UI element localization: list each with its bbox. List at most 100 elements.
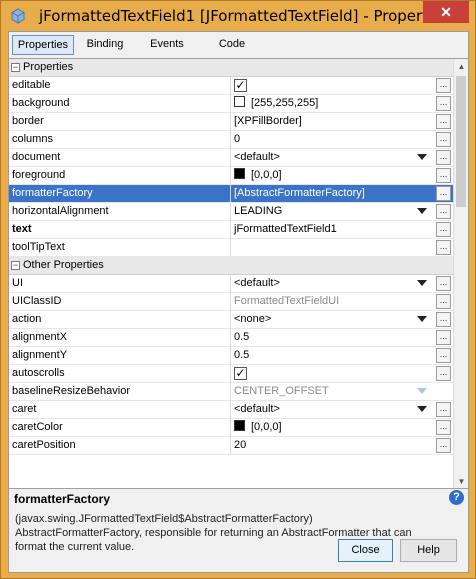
property-editor-button[interactable]: ... [436,168,451,183]
property-row-foreground[interactable]: foreground [0,0,0] ... [9,167,453,185]
property-row-caretcolor[interactable]: caretColor [0,0,0] ... [9,419,453,437]
property-value[interactable] [232,239,434,256]
property-row-border[interactable]: border [XPFillBorder] ... [9,113,453,131]
property-name: background [9,95,231,112]
property-name: toolTipText [9,239,231,256]
property-name: UI [9,275,231,292]
property-editor-button[interactable]: ... [436,330,451,345]
property-row-horizontalalignment[interactable]: horizontalAlignment LEADING ... [9,203,453,221]
category-label: Properties [23,61,74,73]
dropdown-arrow-icon[interactable] [417,316,427,322]
property-name: text [9,221,231,238]
dialog-body: Properties Binding Events Code − Propert… [8,31,469,573]
window-title: jFormattedTextField1 [JFormattedTextFiel… [39,7,450,25]
property-editor-button[interactable]: ... [436,240,451,255]
property-editor-button[interactable]: ... [436,312,451,327]
property-editor-button[interactable]: ... [436,186,451,201]
property-editor-button[interactable]: ... [436,366,451,381]
property-value[interactable]: 0.5 [232,329,434,346]
property-name: border [9,113,231,130]
window-close-button[interactable]: ✕ [423,1,469,23]
property-editor-button[interactable]: ... [436,132,451,147]
property-row-baselineresizebehavior[interactable]: baselineResizeBehavior CENTER_OFFSET [9,383,453,401]
property-editor-button[interactable]: ... [436,348,451,363]
property-editor-button[interactable]: ... [436,204,451,219]
color-swatch [234,168,245,179]
help-icon[interactable]: ? [449,490,464,505]
property-value[interactable]: <none> [232,311,434,328]
vertical-scrollbar[interactable]: ▲ ▼ [453,59,468,488]
property-sheet: − Properties editable ✓ ... background [… [9,58,468,489]
tab-events[interactable]: Events [142,35,192,55]
scrollbar-thumb[interactable] [456,76,466,207]
property-row-tooltiptext[interactable]: toolTipText ... [9,239,453,257]
dropdown-arrow-icon[interactable] [417,280,427,286]
property-row-alignmentx[interactable]: alignmentX 0.5 ... [9,329,453,347]
dropdown-arrow-icon[interactable] [417,208,427,214]
property-editor-button[interactable]: ... [436,294,451,309]
property-editor-button[interactable]: ... [436,96,451,111]
property-row-ui[interactable]: UI <default> ... [9,275,453,293]
property-value-text: [255,255,255] [251,97,319,109]
category-other-properties[interactable]: − Other Properties [9,257,453,275]
property-value[interactable]: <default> [232,401,434,418]
property-editor-button[interactable]: ... [436,222,451,237]
property-editor-button[interactable]: ... [436,78,451,93]
property-row-caretposition[interactable]: caretPosition 20 ... [9,437,453,455]
property-row-uiclassid[interactable]: UIClassID FormattedTextFieldUI ... [9,293,453,311]
tab-properties[interactable]: Properties [12,35,74,55]
property-name: alignmentX [9,329,231,346]
property-row-formatterfactory[interactable]: formatterFactory [AbstractFormatterFacto… [9,185,453,203]
help-button[interactable]: Help [400,539,457,562]
property-name: caretPosition [9,437,231,454]
property-name: columns [9,131,231,148]
property-editor-button[interactable]: ... [436,402,451,417]
property-row-background[interactable]: background [255,255,255] ... [9,95,453,113]
property-value[interactable]: 0.5 [232,347,434,364]
close-button[interactable]: Close [338,539,393,562]
property-editor-button[interactable]: ... [436,420,451,435]
dropdown-arrow-icon[interactable] [417,154,427,160]
property-value[interactable]: LEADING [232,203,434,220]
dropdown-arrow-icon[interactable] [417,406,427,412]
property-name: action [9,311,231,328]
scroll-up-icon[interactable]: ▲ [454,59,468,75]
property-row-editable[interactable]: editable ✓ ... [9,77,453,95]
category-properties[interactable]: − Properties [9,59,453,77]
property-value[interactable]: jFormattedTextField1 [232,221,434,238]
collapse-toggle[interactable]: − [11,63,20,72]
property-value[interactable]: <default> [232,149,434,166]
property-value-text: [0,0,0] [251,421,282,433]
property-editor-button[interactable]: ... [436,438,451,453]
title-bar[interactable]: jFormattedTextField1 [JFormattedTextFiel… [1,1,475,31]
property-name: formatterFactory [9,185,231,202]
property-value[interactable]: [AbstractFormatterFactory] [232,185,434,202]
property-row-columns[interactable]: columns 0 ... [9,131,453,149]
property-row-action[interactable]: action <none> ... [9,311,453,329]
property-row-text[interactable]: text jFormattedTextField1 ... [9,221,453,239]
tab-code[interactable]: Code [207,35,257,55]
property-row-document[interactable]: document <default> ... [9,149,453,167]
property-row-alignmenty[interactable]: alignmentY 0.5 ... [9,347,453,365]
property-name: baselineResizeBehavior [9,383,231,400]
property-name: UIClassID [9,293,231,310]
scroll-down-icon[interactable]: ▼ [454,474,468,488]
property-row-autoscrolls[interactable]: autoscrolls ✓ ... [9,365,453,383]
property-editor-button[interactable]: ... [436,276,451,291]
property-name: caret [9,401,231,418]
autoscrolls-checkbox[interactable]: ✓ [234,367,247,380]
editable-checkbox[interactable]: ✓ [234,79,247,92]
collapse-toggle[interactable]: − [11,261,20,270]
property-name: horizontalAlignment [9,203,231,220]
property-value[interactable]: 0 [232,131,434,148]
tab-binding[interactable]: Binding [79,35,131,55]
property-value[interactable]: [0,0,0] [232,419,434,436]
property-value[interactable]: [XPFillBorder] [232,113,434,130]
property-editor-button[interactable]: ... [436,150,451,165]
property-value[interactable]: [0,0,0] [232,167,434,184]
property-row-caret[interactable]: caret <default> ... [9,401,453,419]
property-value[interactable]: <default> [232,275,434,292]
property-value[interactable]: 20 [232,437,434,454]
property-editor-button[interactable]: ... [436,114,451,129]
property-value[interactable]: [255,255,255] [232,95,434,112]
